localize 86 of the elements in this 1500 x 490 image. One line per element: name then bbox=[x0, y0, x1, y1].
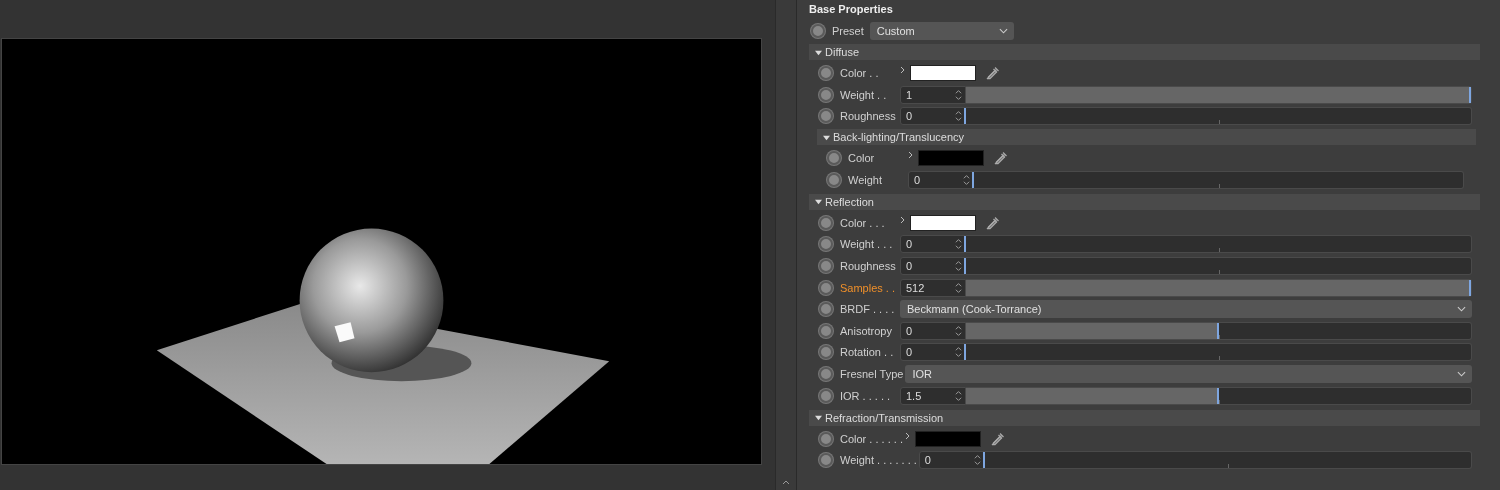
expand-triangle-icon[interactable] bbox=[815, 414, 822, 422]
animate-toggle[interactable] bbox=[819, 453, 833, 468]
number-field[interactable]: 1 bbox=[900, 85, 966, 104]
spinner-icon[interactable] bbox=[955, 388, 962, 403]
eyedropper-icon[interactable] bbox=[993, 150, 1009, 167]
animate-toggle[interactable] bbox=[819, 109, 833, 124]
animate-toggle[interactable] bbox=[819, 388, 833, 403]
color-swatch[interactable] bbox=[910, 65, 976, 81]
number-field[interactable]: 512 bbox=[900, 278, 966, 297]
spinner-icon[interactable] bbox=[955, 258, 962, 273]
number-field[interactable]: 0 bbox=[918, 451, 985, 470]
animate-toggle[interactable] bbox=[819, 237, 833, 252]
spinner-icon[interactable] bbox=[963, 172, 970, 187]
scroll-up-icon[interactable] bbox=[781, 478, 791, 486]
slider-thumb[interactable] bbox=[1216, 387, 1219, 404]
animate-toggle[interactable] bbox=[827, 151, 841, 166]
animate-toggle[interactable] bbox=[819, 258, 833, 273]
caret-icon bbox=[998, 28, 1008, 34]
spinner-icon[interactable] bbox=[955, 280, 962, 295]
panel-title: Base Properties bbox=[809, 2, 894, 17]
spinner-icon[interactable] bbox=[955, 323, 962, 338]
color-swatch[interactable] bbox=[918, 150, 984, 167]
parameter-label: Color . . . bbox=[840, 216, 886, 229]
number-field[interactable]: 0 bbox=[900, 256, 966, 275]
section-header[interactable]: Back-lighting/Translucency bbox=[817, 129, 1476, 146]
parameter-label: Color . . . . . . bbox=[840, 432, 904, 445]
spinner-icon[interactable] bbox=[973, 453, 981, 468]
eyedropper-icon[interactable] bbox=[985, 65, 1001, 81]
animate-toggle[interactable] bbox=[819, 302, 833, 317]
parameter-label: Weight bbox=[848, 173, 884, 186]
expand-triangle-icon[interactable] bbox=[815, 48, 822, 56]
caret-icon bbox=[1457, 306, 1466, 313]
eyedropper-icon[interactable] bbox=[989, 430, 1006, 447]
animate-toggle[interactable] bbox=[819, 215, 833, 230]
parameter-label: Fresnel Type bbox=[840, 367, 905, 380]
color-swatch[interactable] bbox=[914, 430, 981, 447]
number-field[interactable]: 0 bbox=[908, 170, 974, 189]
slider-thumb[interactable] bbox=[982, 452, 985, 469]
chevron-icon[interactable] bbox=[900, 66, 906, 74]
animate-toggle[interactable] bbox=[819, 87, 833, 102]
chevron-icon[interactable] bbox=[904, 431, 911, 440]
animate-toggle[interactable] bbox=[819, 345, 833, 360]
spinner-icon[interactable] bbox=[955, 237, 962, 252]
parameter-label: Weight . . . . . . . bbox=[840, 454, 918, 467]
section-header[interactable]: Refraction/Transmission bbox=[809, 409, 1480, 426]
chevron-icon[interactable] bbox=[908, 151, 914, 160]
spinner-icon[interactable] bbox=[955, 345, 962, 360]
animate-toggle[interactable] bbox=[827, 172, 841, 187]
number-field[interactable]: 0 bbox=[900, 343, 966, 362]
dropdown[interactable]: IOR bbox=[905, 364, 1472, 383]
expand-triangle-icon[interactable] bbox=[823, 133, 830, 141]
parameter-label: Color . . bbox=[840, 67, 880, 79]
spinner-icon[interactable] bbox=[955, 87, 962, 102]
preset-dropdown[interactable]: Custom bbox=[869, 22, 1014, 40]
chevron-icon[interactable] bbox=[900, 215, 906, 224]
number-field[interactable]: 0 bbox=[900, 321, 966, 340]
section-header[interactable]: Diffuse bbox=[809, 44, 1480, 60]
animate-toggle[interactable] bbox=[819, 323, 833, 338]
dropdown[interactable]: Beckmann (Cook-Torrance) bbox=[900, 300, 1472, 319]
animate-toggle[interactable] bbox=[819, 431, 833, 446]
animate-toggle[interactable] bbox=[811, 24, 825, 38]
parameter-label: Anisotropy bbox=[840, 324, 893, 337]
number-field[interactable]: 0 bbox=[900, 235, 966, 254]
animate-toggle[interactable] bbox=[819, 66, 833, 80]
number-field[interactable]: 0 bbox=[900, 107, 966, 126]
spinner-icon[interactable] bbox=[955, 109, 962, 124]
eyedropper-icon[interactable] bbox=[985, 214, 1001, 231]
animate-toggle[interactable] bbox=[819, 366, 833, 381]
parameter-label: Roughness bbox=[840, 110, 897, 123]
parameter-label: Roughness bbox=[840, 259, 897, 272]
parameter-label: BRDF . . . . bbox=[840, 303, 896, 316]
scrollbar-track[interactable] bbox=[775, 0, 797, 490]
parameter-label: Weight . . bbox=[840, 88, 888, 101]
parameter-label: Color bbox=[848, 152, 876, 165]
caret-icon bbox=[1457, 370, 1466, 377]
parameter-label: Weight . . . bbox=[840, 238, 894, 251]
number-field[interactable]: 1.5 bbox=[900, 386, 966, 405]
expand-triangle-icon[interactable] bbox=[815, 198, 822, 206]
preset-label: Preset bbox=[832, 25, 864, 37]
color-swatch[interactable] bbox=[910, 214, 976, 231]
parameter-label: IOR . . . . . bbox=[840, 389, 892, 402]
parameter-label: Rotation . . bbox=[840, 346, 895, 359]
parameter-label: Samples . . bbox=[840, 281, 897, 294]
slider-thumb[interactable] bbox=[1216, 322, 1219, 339]
animate-toggle[interactable] bbox=[819, 280, 833, 295]
section-header[interactable]: Reflection bbox=[809, 193, 1480, 210]
